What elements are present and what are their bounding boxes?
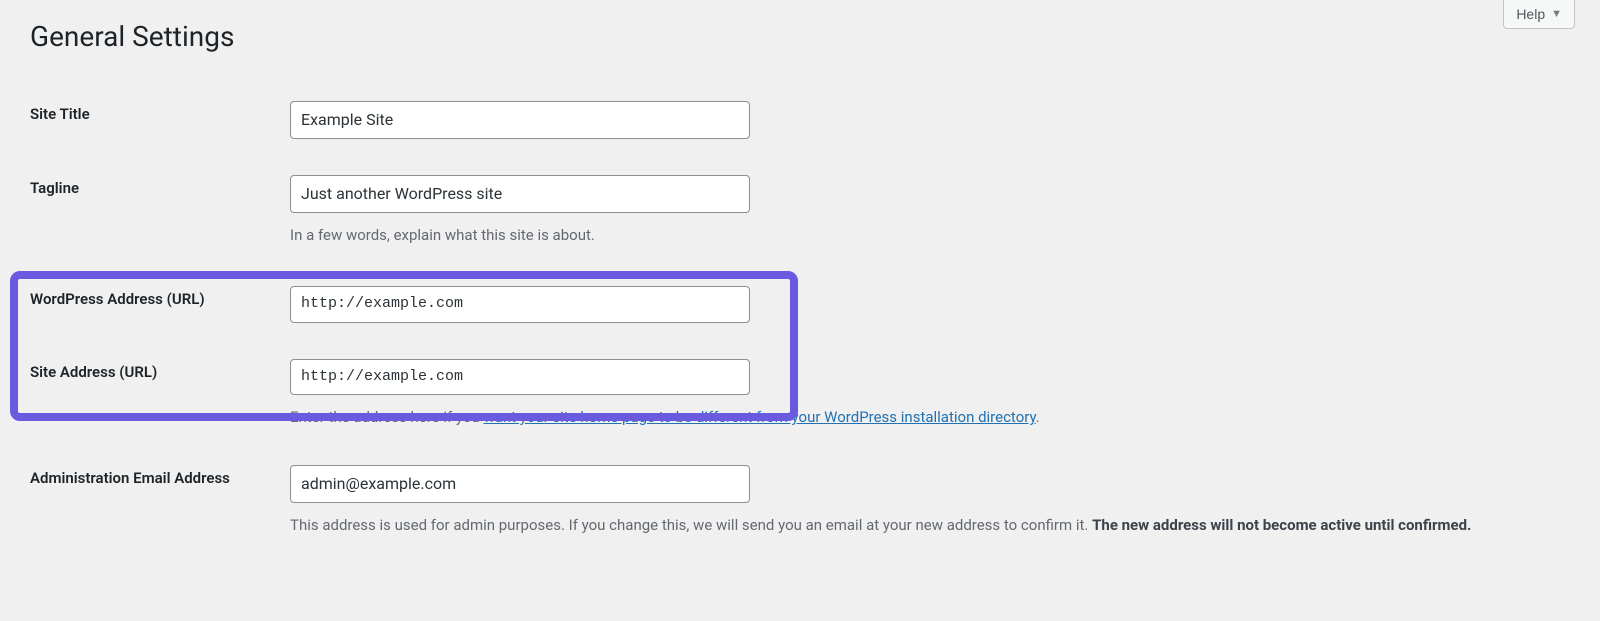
admin-email-description: This address is used for admin purposes.…	[290, 513, 1570, 537]
site-address-help-link[interactable]: want your site home page to be different…	[483, 408, 1035, 426]
admin-email-label: Administration Email Address	[0, 447, 290, 555]
tagline-input[interactable]	[290, 175, 750, 213]
wp-address-label: WordPress Address (URL)	[0, 265, 290, 341]
settings-form-table: Site Title Tagline In a few words, expla…	[0, 83, 1600, 555]
page-title: General Settings	[0, 0, 1600, 83]
site-address-label: Site Address (URL)	[0, 341, 290, 448]
tagline-description: In a few words, explain what this site i…	[290, 223, 1570, 247]
site-address-description: Enter the address here if you want your …	[290, 405, 1570, 429]
admin-email-input[interactable]	[290, 465, 750, 503]
wp-address-input[interactable]	[290, 286, 750, 323]
site-address-input[interactable]	[290, 359, 750, 396]
tagline-label: Tagline	[0, 157, 290, 265]
site-title-input[interactable]	[290, 101, 750, 139]
chevron-down-icon: ▼	[1551, 8, 1562, 20]
help-button[interactable]: Help ▼	[1503, 0, 1575, 29]
site-title-label: Site Title	[0, 83, 290, 157]
help-button-label: Help	[1516, 6, 1545, 22]
